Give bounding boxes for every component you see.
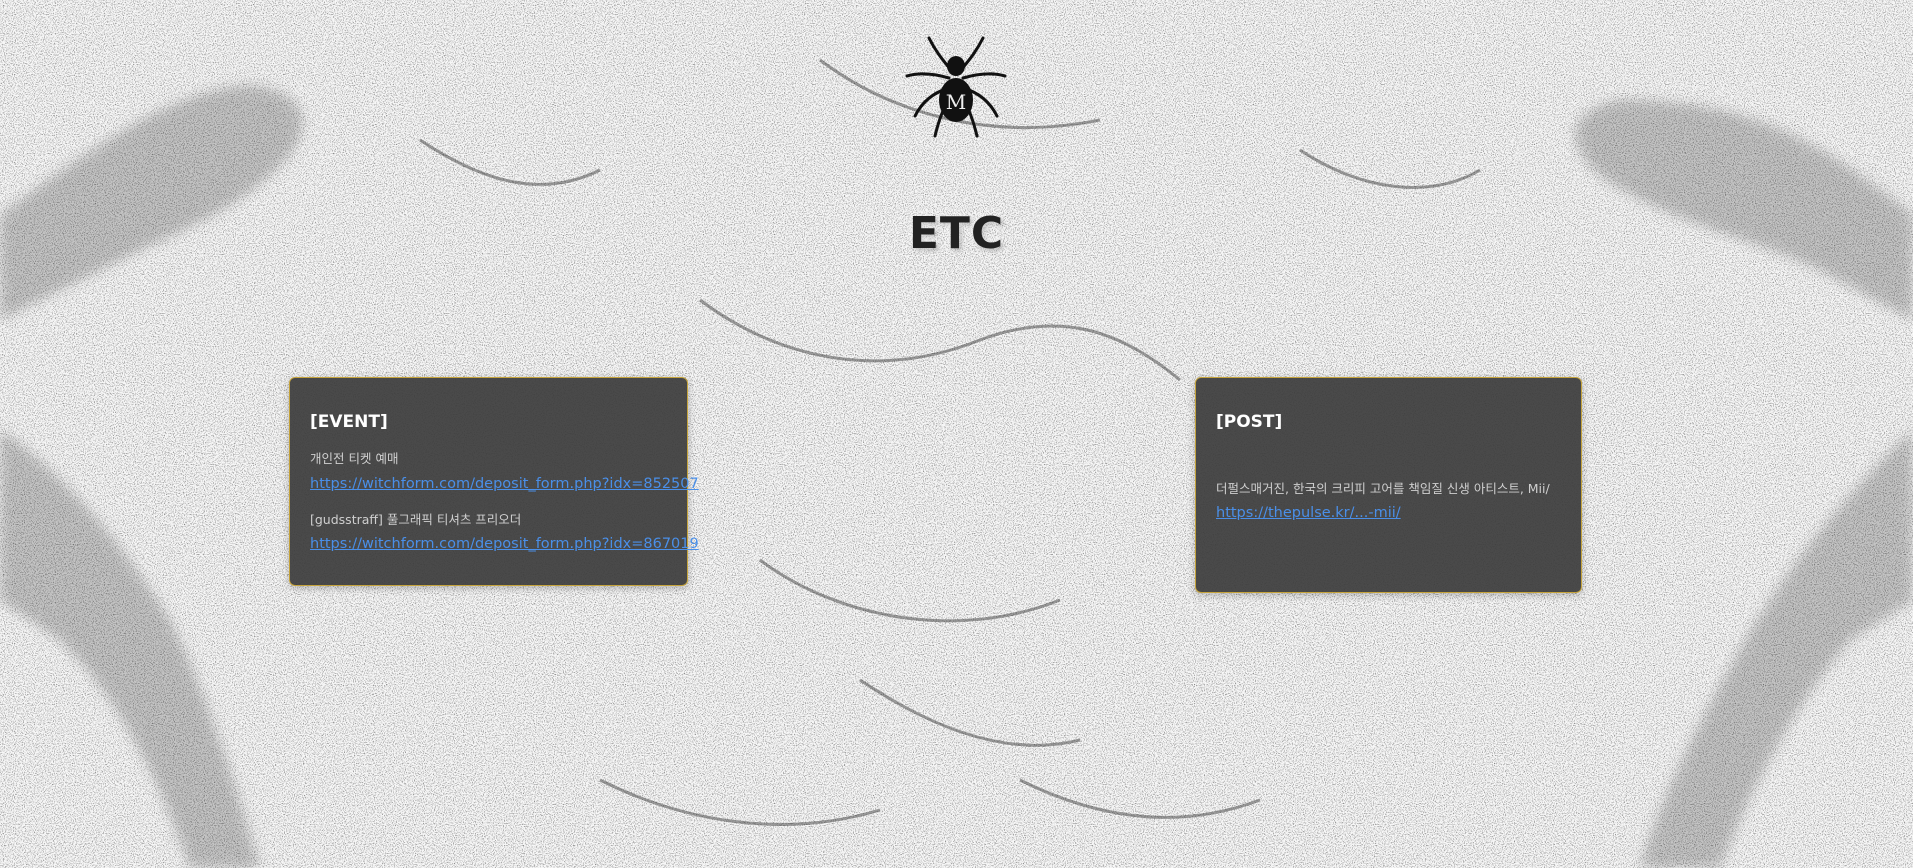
post-card-line-1: 더펄스매거진, 한국의 크리피 고어를 책임질 신생 아티스트, Mii/ <box>1216 481 1550 496</box>
post-card-heading: [POST] <box>1216 412 1283 432</box>
event-card-line-1: 개인전 티켓 예매 <box>310 451 399 466</box>
svg-text:M: M <box>946 90 966 114</box>
spider-logo-icon[interactable]: M <box>905 30 1007 142</box>
event-card: [EVENT] 개인전 티켓 예매 https://witchform.com/… <box>289 377 699 586</box>
post-card: [POST] 더펄스매거진, 한국의 크리피 고어를 책임질 신생 아티스트, … <box>1195 377 1582 593</box>
post-card-link-1[interactable]: https://thepulse.kr/...-mii/ <box>1216 505 1401 521</box>
event-card-link-2[interactable]: https://witchform.com/deposit_form.php?i… <box>310 536 699 552</box>
event-card-line-2: [gudsstraff] 풀그래픽 티셔츠 프리오더 <box>310 512 522 527</box>
event-card-link-1[interactable]: https://witchform.com/deposit_form.php?i… <box>310 476 699 492</box>
event-card-heading: [EVENT] <box>310 412 388 432</box>
page: M ETC [EVENT] 개인전 티켓 예매 https://witchfor… <box>0 0 1913 868</box>
page-title: ETC <box>908 208 1005 259</box>
